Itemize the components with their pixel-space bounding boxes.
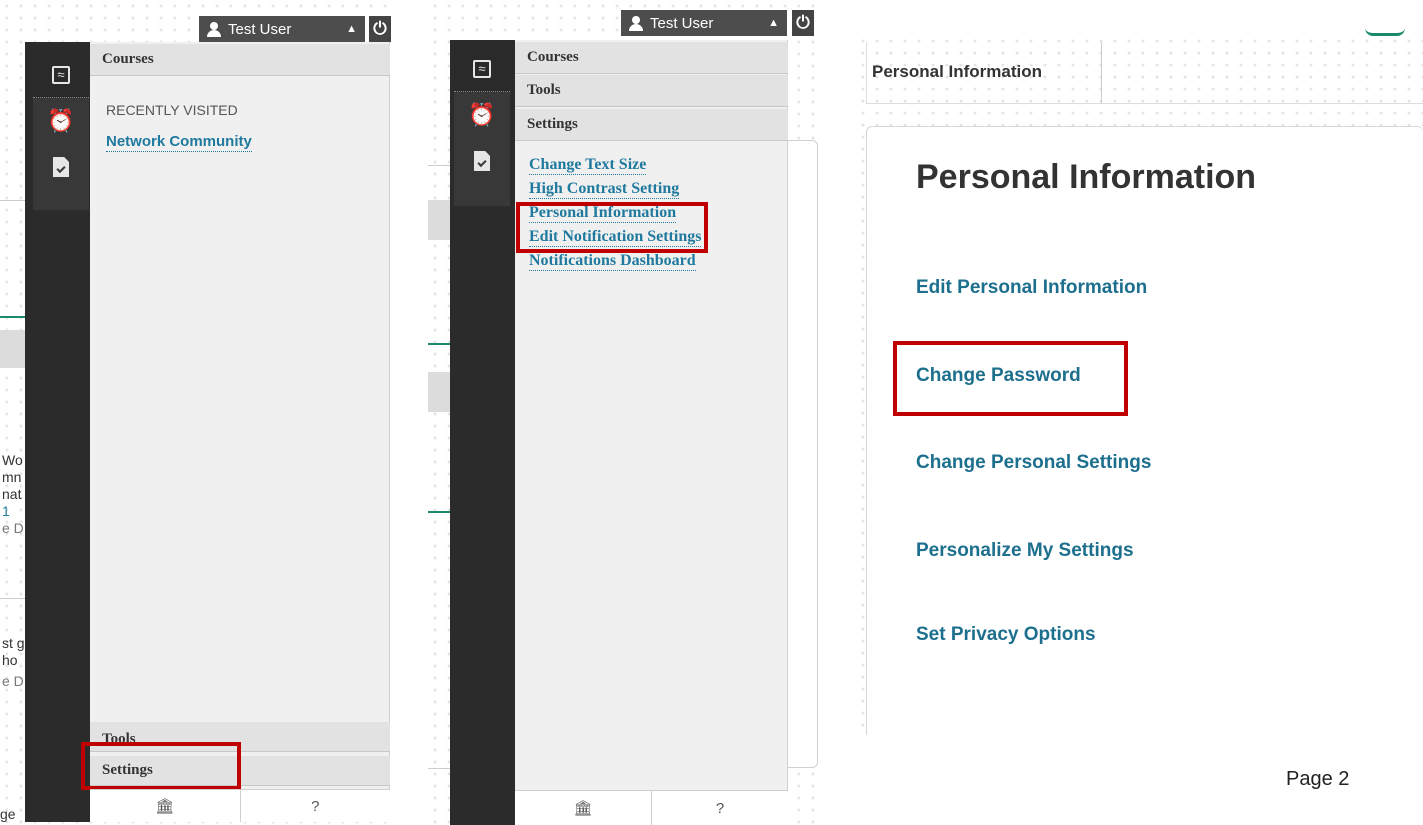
- panel-footer: 🏛 ?: [515, 790, 788, 825]
- bg-text-fragment: ge: [0, 806, 16, 822]
- power-button[interactable]: ⏻: [369, 16, 391, 42]
- help-icon: ?: [311, 797, 320, 815]
- document-check-icon: [474, 151, 490, 171]
- institution-icon: 🏛: [155, 798, 175, 815]
- menu-panel: [90, 42, 390, 822]
- high-contrast-setting-link[interactable]: High Contrast Setting: [529, 180, 680, 199]
- settings-header[interactable]: Settings: [515, 109, 788, 141]
- alarm-clock-icon: ⏰: [47, 108, 75, 133]
- rail-grades-button[interactable]: [454, 138, 510, 184]
- help-button[interactable]: ?: [239, 790, 391, 822]
- highlight-box: [893, 341, 1128, 416]
- user-menu-button[interactable]: Test User ▲: [199, 16, 365, 42]
- recent-course-link[interactable]: Network Community: [106, 133, 252, 152]
- waves-icon: ≈: [52, 65, 70, 84]
- bg-rule: [428, 768, 450, 769]
- power-button[interactable]: ⏻: [792, 10, 814, 36]
- bg-rule: [428, 165, 450, 166]
- document-check-icon: [53, 157, 69, 177]
- waves-icon: ≈: [473, 59, 491, 78]
- recently-visited-label: RECENTLY VISITED: [106, 102, 238, 118]
- home-button[interactable]: 🏛: [90, 790, 240, 822]
- personalize-my-settings-link[interactable]: Personalize My Settings: [916, 540, 1134, 562]
- rail-alerts-button[interactable]: ⏰: [33, 98, 89, 144]
- help-button[interactable]: ?: [651, 791, 788, 825]
- panel-footer: 🏛 ?: [90, 789, 390, 822]
- power-icon: ⏻: [373, 19, 387, 38]
- bg-band: [428, 372, 450, 412]
- edit-personal-information-link[interactable]: Edit Personal Information: [916, 277, 1147, 299]
- tools-header[interactable]: Tools: [515, 75, 788, 107]
- courses-header[interactable]: Courses: [515, 42, 788, 74]
- caret-up-icon: ▲: [768, 17, 779, 29]
- rail-courses-button[interactable]: ≈: [454, 46, 510, 92]
- user-name: Test User: [650, 14, 714, 32]
- bg-text-fragment: Wo mn nat 1 e D: [2, 452, 24, 536]
- page-number: Page 2: [1286, 768, 1350, 790]
- courses-header[interactable]: Courses: [90, 44, 390, 76]
- user-icon: [207, 21, 221, 37]
- rail-icon-strip: ≈ ⏰: [33, 52, 89, 210]
- bg-divider: [428, 343, 450, 345]
- user-name: Test User: [228, 20, 292, 38]
- institution-icon: 🏛: [573, 800, 593, 817]
- tab-divider: [1101, 42, 1102, 104]
- caret-up-icon: ▲: [346, 23, 357, 35]
- page-title: Personal Information: [916, 158, 1257, 196]
- rail-grades-button[interactable]: [33, 144, 89, 190]
- personal-information-tab[interactable]: Personal Information: [872, 62, 1042, 82]
- rail-icon-strip: ≈ ⏰: [454, 46, 510, 206]
- set-privacy-options-link[interactable]: Set Privacy Options: [916, 624, 1096, 646]
- bg-text-fragment: st g ho e D: [2, 635, 25, 689]
- rail-courses-button[interactable]: ≈: [33, 52, 89, 98]
- user-menu-button[interactable]: Test User ▲: [621, 10, 787, 36]
- user-icon: [629, 15, 643, 31]
- notifications-dashboard-link[interactable]: Notifications Dashboard: [529, 252, 696, 271]
- help-icon: ?: [715, 799, 725, 817]
- bg-band: [428, 200, 450, 240]
- rail-alerts-button[interactable]: ⏰: [454, 92, 510, 138]
- bg-divider: [428, 511, 450, 513]
- power-icon: ⏻: [796, 13, 810, 32]
- alarm-clock-icon: ⏰: [468, 102, 496, 127]
- bg-card-edge: [788, 140, 818, 768]
- top-accent: [1365, 28, 1405, 36]
- home-button[interactable]: 🏛: [515, 791, 651, 825]
- change-text-size-link[interactable]: Change Text Size: [529, 156, 647, 175]
- highlight-box: [516, 202, 708, 253]
- change-personal-settings-link[interactable]: Change Personal Settings: [916, 452, 1151, 474]
- highlight-box: [81, 742, 241, 790]
